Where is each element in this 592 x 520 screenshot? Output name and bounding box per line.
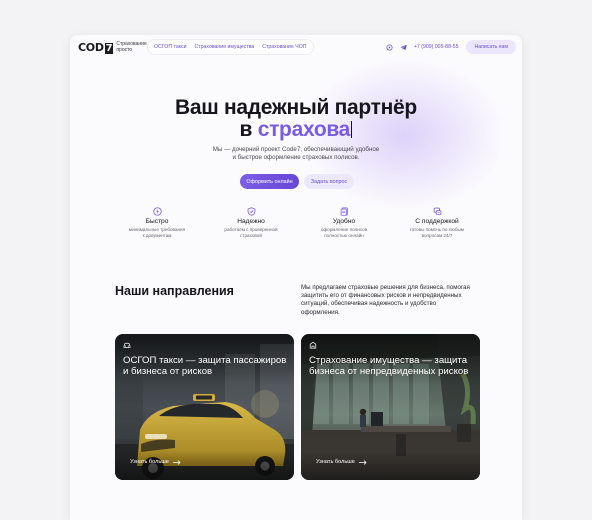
lightning-icon [152,207,162,216]
site-header: COD 7 Страхование просто ОСГОП такси Стра… [70,35,522,60]
feature-reliable: Надежно работаем с проверенной страховой [211,207,291,238]
logo-mark: COD 7 [78,41,114,54]
hero-subtitle: Мы — дочерний проект Code7, обеспечивающ… [212,146,380,162]
card-title: ОСГОП такси — защита пассажиров и бизнеса… [123,355,287,377]
hero-title-prefix: в [239,118,258,141]
feature-support: С поддержкой готовы помочь по любым вопро… [397,207,477,238]
car-icon [123,342,131,348]
card-title: Страхование имущества — защита бизнеса от… [309,355,469,377]
ask-question-button[interactable]: Задать вопрос [304,174,354,189]
hero-title-accent: страхова [257,118,351,141]
learn-more-link[interactable]: Узнать больше [316,459,367,465]
hero-title-line1: Ваш надежный партнёр [175,96,417,119]
nav-item-chop-insurance[interactable]: Страхование ЧОП [262,44,306,50]
arrow-right-icon [172,459,181,465]
shield-check-icon [247,207,255,216]
typing-caret [351,121,353,138]
header-actions: +7 (909) 005-88-55 Написать нам [386,40,516,54]
support-icon [433,207,441,215]
apply-online-button[interactable]: Оформить онлайн [240,174,299,189]
directions-title: Наши направления [115,284,234,298]
document-icon [340,207,348,216]
nav-item-property-insurance[interactable]: Страхование имущества [195,44,255,50]
hero-title: Ваш надежный партнёр в страхова [70,97,522,141]
page-frame: COD 7 Страхование просто ОСГОП такси Стра… [70,35,522,520]
whatsapp-icon[interactable] [386,43,394,51]
arrow-right-icon [358,459,367,465]
directions-description: Мы предлагаем страховые решения для бизн… [301,284,470,316]
telegram-icon[interactable] [400,43,408,51]
card-osgop-taxi[interactable]: ОСГОП такси — защита пассажиров и бизнеса… [115,334,294,480]
logo-tagline: Страхование просто [116,41,147,53]
nav-item-osgop-taxi[interactable]: ОСГОП такси [154,44,187,50]
main-nav: ОСГОП такси Страхование имущества Страхо… [148,40,313,54]
building-icon [309,341,317,349]
phone-link[interactable]: +7 (909) 005-88-55 [414,44,459,50]
write-us-button[interactable]: Написать нам [466,40,516,54]
card-property-insurance[interactable]: Страхование имущества — защита бизнеса от… [301,334,480,480]
feature-convenient: Удобно оформление полисов полностью онлай… [304,207,384,238]
feature-fast: Быстро минимальные требования к документа… [117,207,197,238]
learn-more-link[interactable]: Узнать больше [130,459,181,465]
logo[interactable]: COD 7 Страхование просто [78,41,150,54]
